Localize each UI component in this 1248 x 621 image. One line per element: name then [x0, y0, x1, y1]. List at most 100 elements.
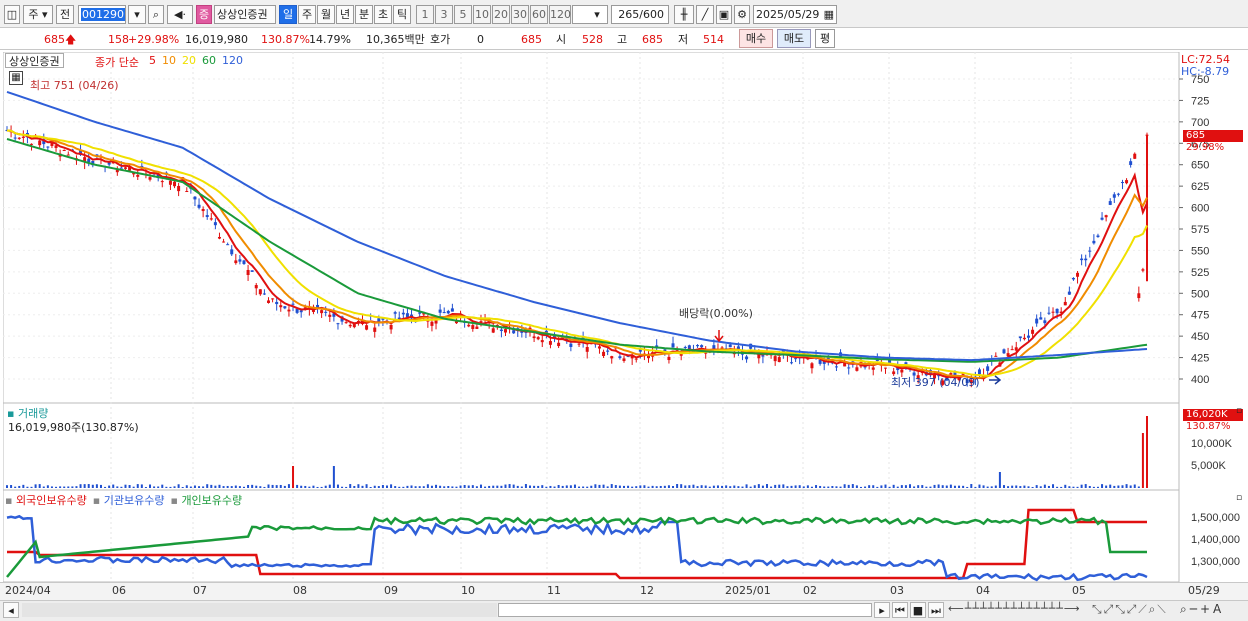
candle-body [1014, 347, 1018, 351]
close-panel-icon[interactable]: ▫ [1236, 406, 1242, 416]
legend-marker-0: ▪ [5, 494, 16, 507]
legend-ma-label: 종가 단순 [95, 56, 139, 69]
zoom-slider[interactable]: ⟵┴┴┴┴┴┴┴┴┴┴┴┴┴⟶ [948, 602, 1088, 618]
tab-interval-3[interactable]: 10 [473, 5, 491, 24]
gear-icon[interactable]: ⚙ [734, 5, 750, 24]
calendar-icon[interactable]: ▦ [824, 6, 834, 23]
volume-bar [667, 485, 670, 488]
ma-legend-1: 10 [162, 54, 176, 67]
y-tick-9: 525 [1191, 267, 1209, 279]
save-icon[interactable]: ▣ [716, 5, 732, 24]
candle-body [217, 236, 221, 239]
count-input[interactable]: 265/600 [611, 5, 669, 24]
tab-period-2[interactable]: 월 [317, 5, 335, 24]
candle-body [745, 356, 749, 360]
grid-icon[interactable]: ▦ [9, 71, 23, 85]
scroll-thumb[interactable] [498, 603, 872, 617]
volume-bar [941, 485, 944, 488]
tab-period-3[interactable]: 년 [336, 5, 354, 24]
tab-period-5[interactable]: 초 [374, 5, 392, 24]
tab-period-0[interactable]: 일 [279, 5, 297, 24]
scroll-track[interactable] [22, 603, 497, 617]
search-icon[interactable]: ⌕ [148, 5, 164, 24]
last-page-icon[interactable]: ⏭ [928, 602, 944, 618]
open-label: 시 [556, 33, 567, 46]
speaker-icon[interactable]: ◀· [167, 5, 193, 24]
x-axis [0, 582, 1248, 600]
volume-bar [14, 486, 17, 488]
zoom-controls[interactable]: ⌕─+A [1180, 602, 1224, 617]
candle-body [883, 367, 887, 369]
y-tick-10: 500 [1191, 288, 1209, 300]
market-select[interactable]: 주 ▾ [23, 5, 53, 24]
candle-body [287, 309, 291, 312]
drawing-tools[interactable]: ⤡⤢⤡⤢⟋⌕⟍ [1092, 602, 1168, 617]
candle-body [1129, 161, 1133, 165]
tab-interval-1[interactable]: 3 [435, 5, 453, 24]
tab-period-6[interactable]: 틱 [393, 5, 411, 24]
buy-button[interactable]: 매수 [739, 29, 773, 48]
candle-body [430, 321, 434, 326]
volume-bar [1052, 484, 1055, 488]
tab-interval-5[interactable]: 30 [511, 5, 529, 24]
volume-bar [157, 486, 160, 488]
volume-bar [643, 485, 646, 488]
volume-bar [700, 485, 703, 488]
volume-bar [402, 486, 405, 488]
volume-bar [202, 486, 205, 488]
x-label-0: 2024/04 [5, 584, 51, 597]
volume-y-tick-0: 10,000K [1191, 438, 1233, 450]
volume-bar [386, 485, 388, 488]
first-page-icon[interactable]: ⏮ [892, 602, 908, 618]
volume-bar [1027, 486, 1030, 488]
volume-bar [18, 485, 21, 488]
tab-interval-2[interactable]: 5 [454, 5, 472, 24]
close-panel-icon[interactable]: ▫ [1236, 493, 1242, 503]
volume-bar [1056, 486, 1059, 488]
candle-body [1125, 180, 1129, 184]
interval-select[interactable]: ▾ [572, 5, 608, 24]
candle-body [193, 196, 197, 200]
stock-chart[interactable]: 7507257006756506256005755505255004754504… [3, 52, 1245, 600]
candle-body [209, 218, 213, 220]
stock-code-input[interactable]: 001290 [78, 5, 126, 24]
volume-bar [1060, 486, 1063, 488]
current-price: 685 [44, 33, 65, 46]
price-change: 158 [108, 33, 129, 46]
candle-body [1018, 336, 1022, 339]
candle-body [242, 260, 246, 264]
candle-body [450, 308, 454, 312]
candle-body [1100, 217, 1104, 220]
volume-bar [504, 484, 507, 488]
scroll-right-icon[interactable]: ▸ [874, 602, 890, 618]
candle-icon[interactable]: ╫ [674, 5, 694, 24]
x-label-12: 05 [1072, 584, 1086, 597]
draw-icon[interactable]: ╱ [696, 5, 714, 24]
code-dropdown-icon[interactable]: ▾ [128, 5, 146, 24]
layout-icon[interactable]: ◫ [4, 5, 20, 24]
candle-body [246, 269, 250, 275]
tab-period-1[interactable]: 주 [298, 5, 316, 24]
stop-icon[interactable]: ■ [910, 602, 926, 618]
prev-button[interactable]: 전 [56, 5, 74, 24]
volume-bar [341, 486, 344, 488]
y-tick-6: 600 [1191, 203, 1209, 215]
tab-interval-6[interactable]: 60 [530, 5, 548, 24]
candle-body [1092, 240, 1096, 244]
date-input[interactable]: 2025/05/29 ▦ [753, 5, 837, 24]
holding-legend-2: 개인보유수량 [181, 494, 243, 507]
sell-button[interactable]: 매도 [777, 29, 811, 48]
scroll-left-icon[interactable]: ◂ [3, 602, 19, 618]
ma-legend-0: 5 [149, 54, 156, 67]
volume-bar [345, 486, 348, 488]
tab-interval-7[interactable]: 120 [549, 5, 571, 24]
x-label-9: 02 [803, 584, 817, 597]
candle-body [238, 259, 242, 262]
tab-interval-0[interactable]: 1 [416, 5, 434, 24]
volume-bar [872, 485, 875, 488]
eval-button[interactable]: 평 [815, 29, 835, 48]
volume-bar [798, 485, 801, 488]
tab-interval-4[interactable]: 20 [492, 5, 510, 24]
tab-period-4[interactable]: 분 [355, 5, 373, 24]
volume-bar [492, 485, 495, 488]
